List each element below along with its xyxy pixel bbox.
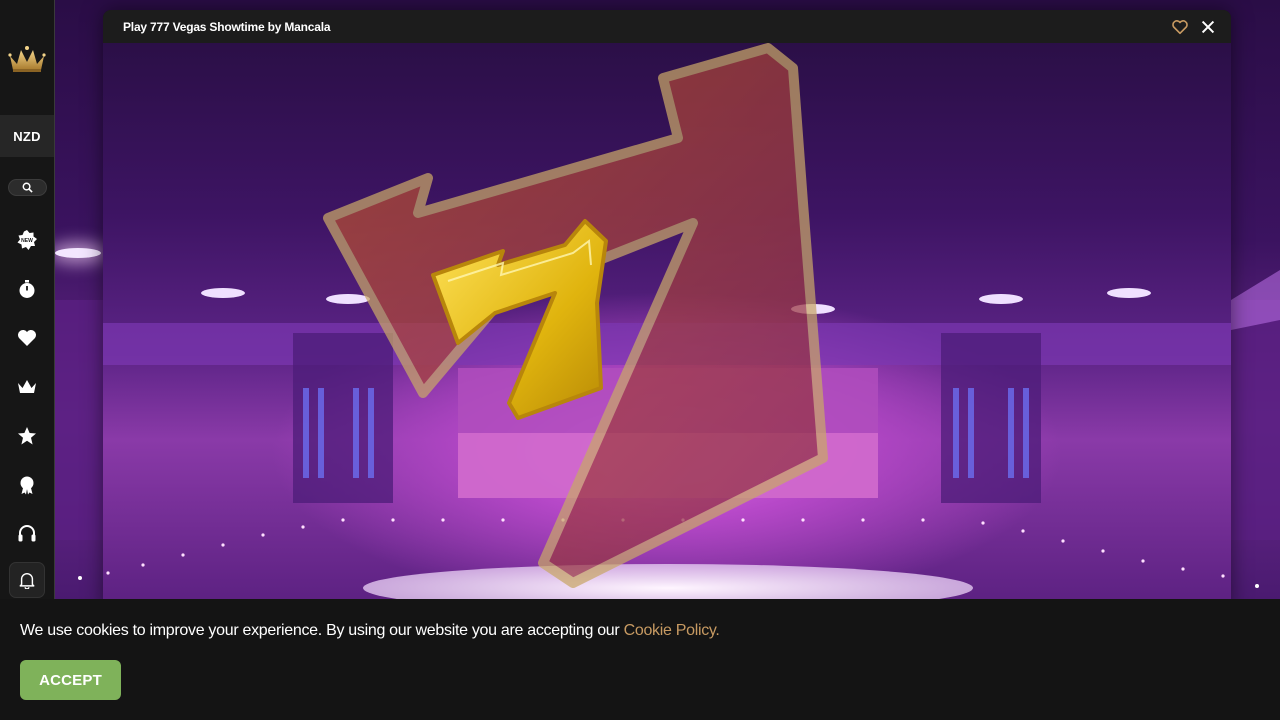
cookie-message-text: We use cookies to improve your experienc… [20, 622, 620, 639]
game-scene-art [103, 43, 1231, 610]
bell-icon [19, 573, 35, 589]
support-button[interactable] [15, 522, 39, 546]
new-games-button[interactable]: NEW [15, 228, 39, 252]
favorite-button[interactable] [1171, 18, 1189, 36]
game-loading-screen[interactable] [103, 43, 1231, 610]
search-icon [22, 182, 33, 193]
heart-outline-icon [1172, 20, 1188, 35]
cookie-message: We use cookies to improve your experienc… [20, 622, 720, 640]
currency-selector[interactable]: NZD [0, 115, 54, 157]
cookie-policy-link[interactable]: Cookie Policy. [624, 622, 720, 639]
headset-icon [18, 525, 36, 542]
crown-icon [18, 380, 36, 393]
close-icon [1201, 20, 1215, 34]
favorites-button[interactable] [15, 326, 39, 350]
tournaments-button[interactable] [15, 473, 39, 497]
vip-button[interactable] [15, 375, 39, 399]
accept-cookies-button[interactable]: ACCEPT [20, 660, 121, 700]
game-title: Play 777 Vegas Showtime by Mancala [123, 19, 331, 34]
game-window-titlebar: Play 777 Vegas Showtime by Mancala [103, 10, 1231, 43]
heart-icon [18, 330, 36, 346]
svg-text:NEW: NEW [21, 238, 33, 244]
stopwatch-icon [19, 280, 35, 298]
currency-label: NZD [13, 128, 41, 144]
recent-games-button[interactable] [15, 277, 39, 301]
featured-button[interactable] [15, 424, 39, 448]
close-button[interactable] [1199, 18, 1217, 36]
search-button[interactable] [8, 179, 47, 196]
notifications-button[interactable] [9, 562, 45, 598]
trophy-icon [20, 476, 34, 495]
game-window: Play 777 Vegas Showtime by Mancala [103, 10, 1231, 610]
crown-logo-icon[interactable] [7, 44, 47, 74]
new-badge-icon: NEW [17, 230, 37, 250]
cookie-banner [0, 599, 1280, 720]
star-icon [18, 427, 36, 445]
